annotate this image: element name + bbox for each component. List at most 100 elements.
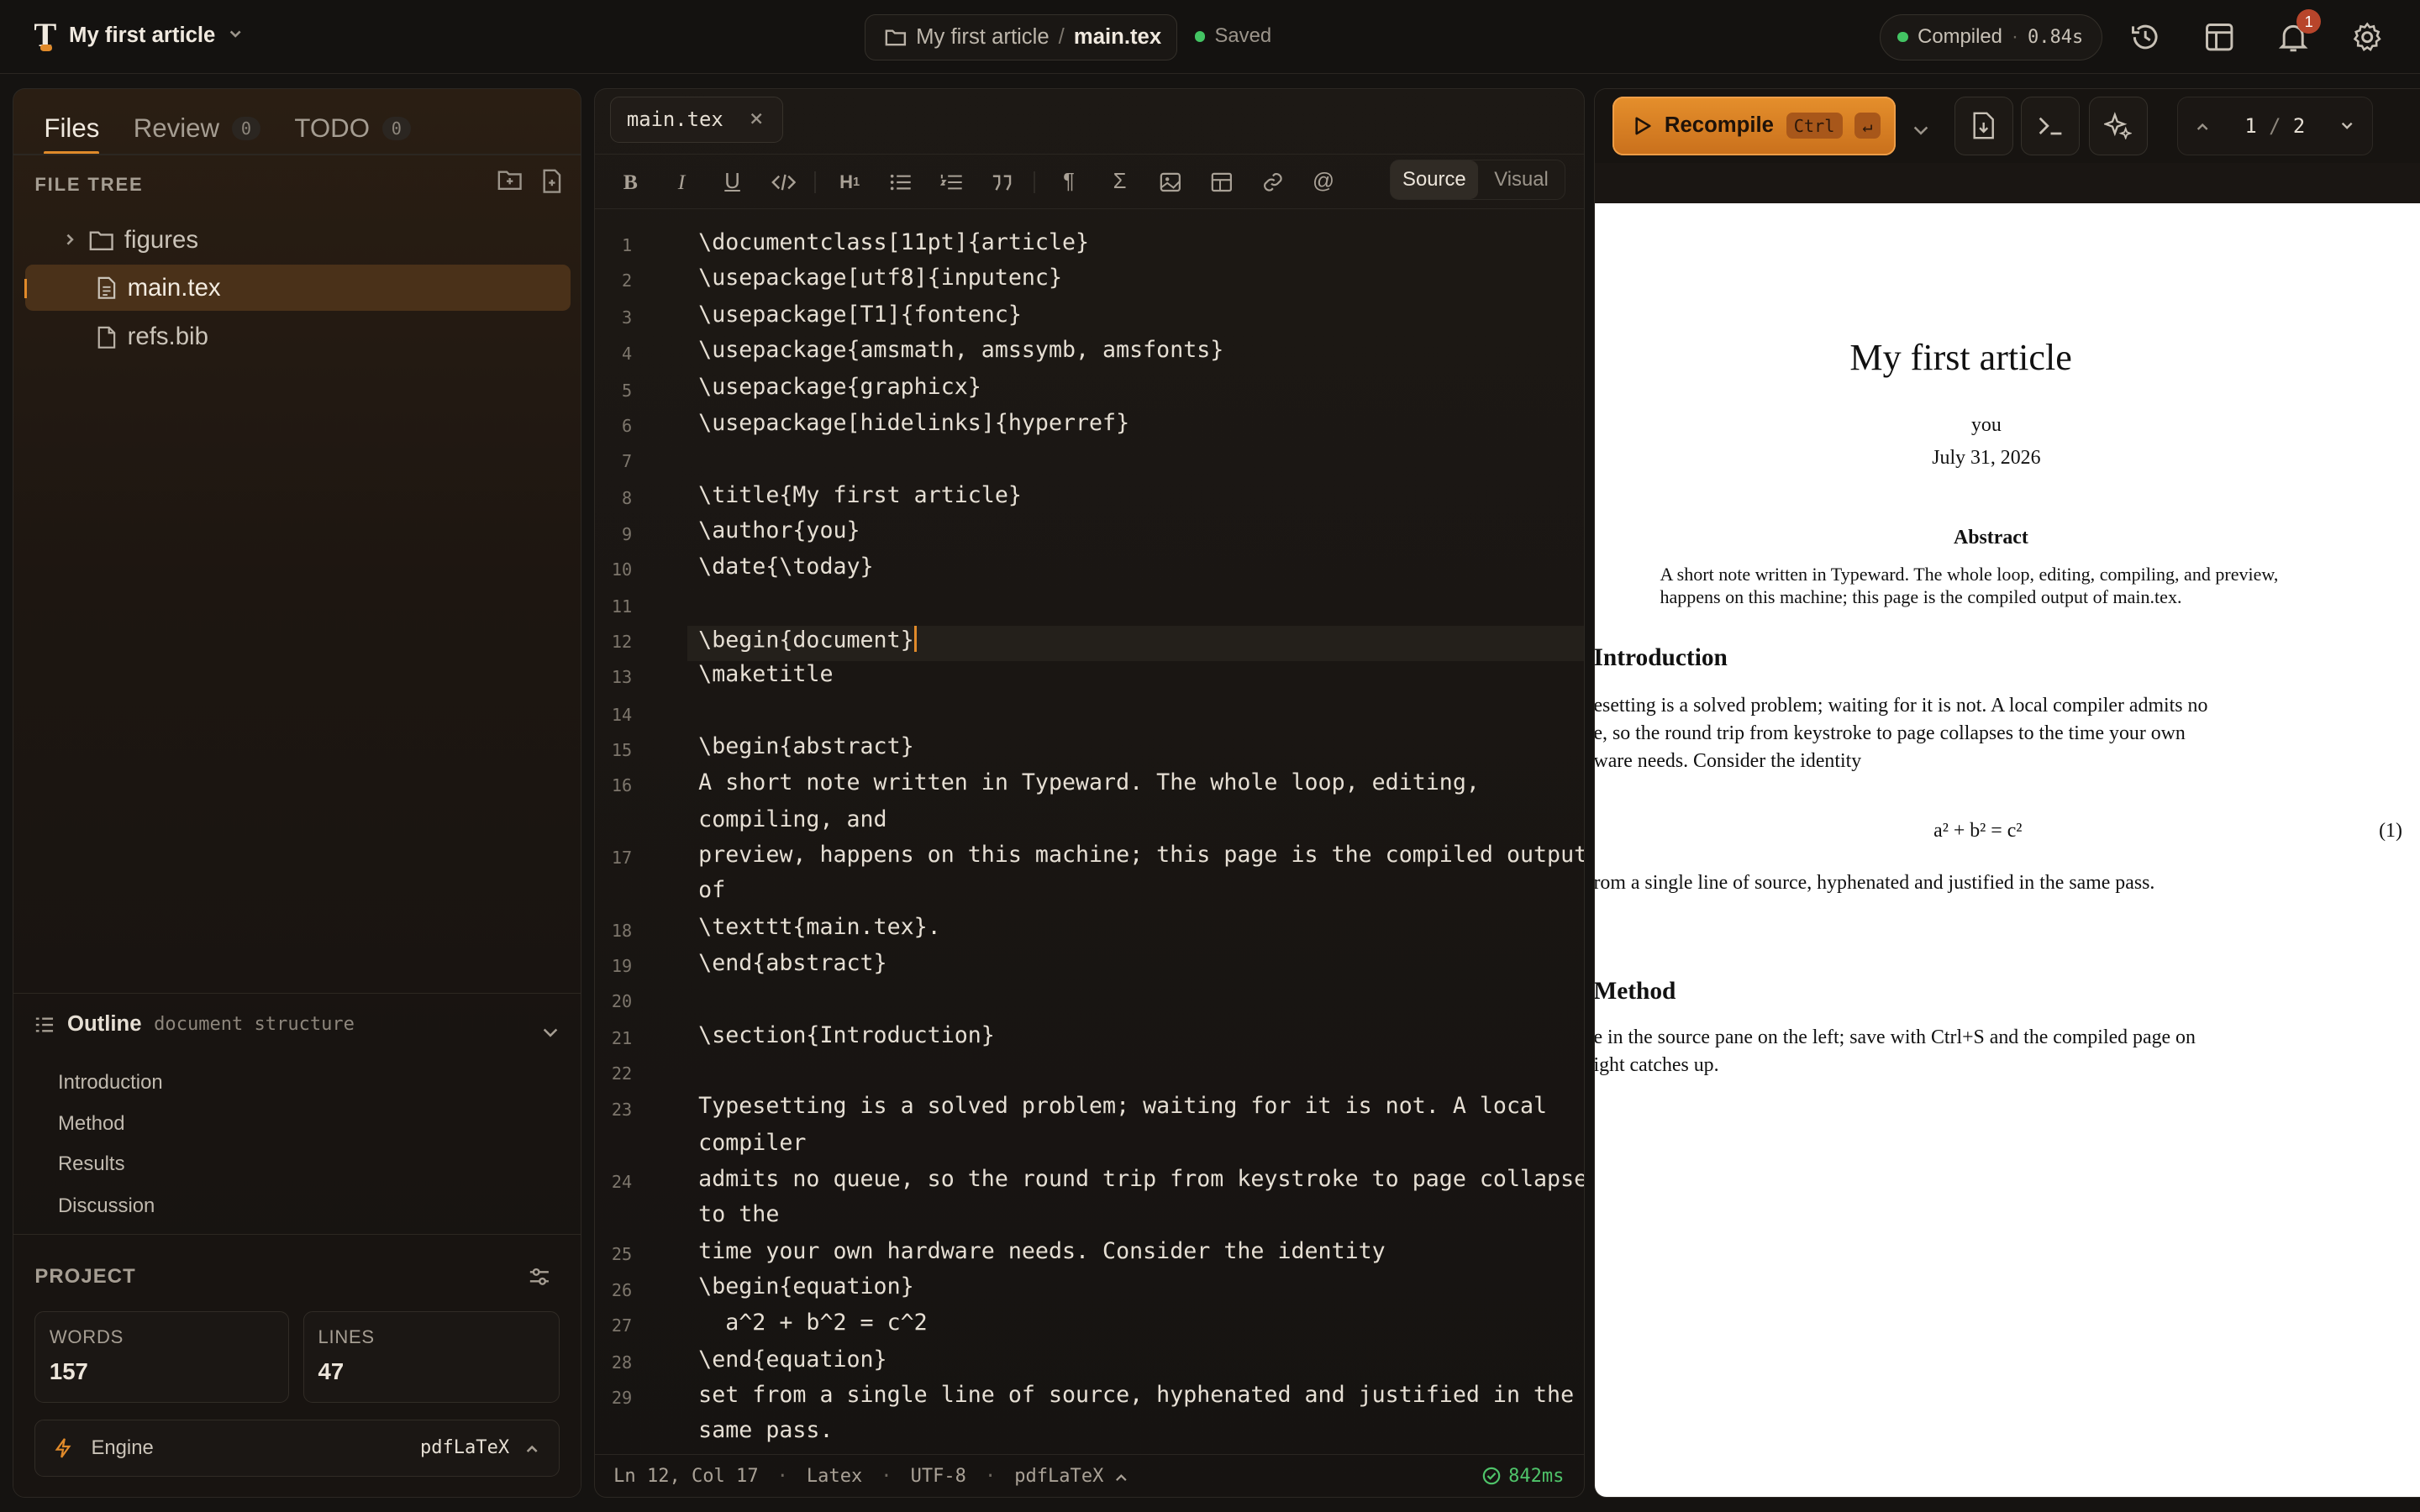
history-button[interactable] [2127, 18, 2164, 55]
engine-selector[interactable]: Engine pdfLaTeX [34, 1419, 560, 1477]
settings-button[interactable] [2349, 18, 2386, 55]
status-engine-label: pdfLaTeX [1014, 1465, 1104, 1487]
chevron-down-icon [1913, 126, 1928, 136]
tab-review[interactable]: Review 0 [134, 113, 260, 155]
save-status-label: Saved [1214, 24, 1272, 48]
doc-text-line: rom a single line of source, hyphenated … [1595, 872, 2155, 895]
chevron-down-icon [2341, 122, 2353, 129]
doc-title: My first article [1849, 336, 2072, 378]
line-number: 8 [622, 488, 633, 509]
code-line: \begin{document} [698, 627, 914, 654]
line-number: 12 [611, 632, 633, 653]
doc-heading-introduction: Introduction [1595, 643, 1728, 671]
breadcrumb-project[interactable]: My first article [916, 25, 1050, 50]
outline-item-results[interactable]: Results [58, 1152, 125, 1176]
tree-item-refs-bib[interactable]: refs.bib [25, 314, 570, 360]
line-number: 19 [611, 955, 633, 976]
recompile-options-button[interactable] [1912, 117, 1930, 145]
doc-text-line: esetting is a solved problem; waiting fo… [1595, 694, 2208, 717]
line-number: 7 [622, 451, 633, 472]
code-line: \usepackage{amsmath, amssymb, amsfonts} [698, 337, 1224, 364]
outline-item-discussion[interactable]: Discussion [58, 1194, 155, 1218]
notifications-button[interactable]: 1 [2275, 9, 2322, 55]
recompile-button[interactable]: Recompile Ctrl ↵ [1612, 96, 1897, 155]
mode-source-button[interactable]: Source [1391, 160, 1478, 199]
mode-visual-button[interactable]: Visual [1478, 160, 1565, 199]
code-line: \end{abstract} [698, 949, 887, 976]
ai-assist-button[interactable] [2089, 96, 2148, 155]
line-number: 24 [611, 1172, 633, 1193]
cursor-position[interactable]: Ln 12, Col 17 [613, 1466, 758, 1487]
file-encoding[interactable]: UTF-8 [911, 1466, 966, 1487]
status-engine[interactable]: pdfLaTeX [1014, 1466, 1127, 1487]
outline-item-introduction[interactable]: Introduction [58, 1071, 163, 1095]
bullet-list-button[interactable] [885, 167, 916, 198]
breadcrumb-file[interactable]: main.tex [1074, 25, 1161, 50]
shortcut-enter: ↵ [1854, 113, 1881, 139]
status-dot-icon [1897, 31, 1909, 43]
tree-item-figures[interactable]: figures [25, 217, 570, 263]
breadcrumb[interactable]: My first article / main.tex [864, 13, 1178, 60]
code-line: \maketitle [698, 661, 834, 688]
code-button[interactable] [768, 167, 799, 198]
quote-button[interactable] [987, 167, 1018, 198]
compile-status-badge[interactable]: Compiled · 0.84s [1880, 13, 2102, 60]
math-button[interactable]: Σ [1104, 167, 1135, 198]
code-line: Typesetting is a solved problem; waiting… [698, 1093, 1548, 1120]
heading-button[interactable]: H1 [834, 167, 865, 198]
line-number: 26 [611, 1279, 633, 1300]
mention-button[interactable]: @ [1308, 167, 1339, 198]
history-icon [2131, 24, 2158, 50]
new-file-button[interactable] [541, 169, 563, 200]
numbered-list-button[interactable] [936, 167, 967, 198]
tab-todo[interactable]: TODO 0 [294, 113, 411, 155]
collapse-outline-button[interactable] [541, 1018, 560, 1047]
line-number: 1 [622, 235, 633, 256]
insert-table-button[interactable] [1206, 167, 1237, 198]
lines-label: LINES [318, 1326, 375, 1347]
next-page-button[interactable] [2339, 114, 2354, 138]
code-line: of [698, 877, 726, 904]
insert-link-button[interactable] [1257, 167, 1288, 198]
code-icon [771, 174, 796, 191]
line-number: 6 [622, 416, 633, 437]
bold-button[interactable]: B [615, 167, 646, 198]
chevron-down-icon [228, 26, 243, 45]
insert-image-button[interactable] [1155, 167, 1186, 198]
terminal-log-button[interactable] [2021, 96, 2080, 155]
terminal-icon [2039, 117, 2061, 135]
project-title: PROJECT [34, 1265, 136, 1289]
doc-paragraph: e in the source pane on the left; save w… [1595, 1024, 2242, 1079]
editor-tab-main-tex[interactable]: main.tex [610, 96, 784, 143]
paragraph-button[interactable]: ¶ [1054, 167, 1085, 198]
close-tab-button[interactable] [749, 107, 764, 132]
gear-icon [2353, 22, 2381, 51]
project-menu[interactable]: T My first article [34, 18, 243, 52]
editor-tab-label: main.tex [626, 108, 723, 132]
underline-button[interactable]: U [717, 167, 748, 198]
page-current[interactable]: 1 [2244, 114, 2256, 138]
layout-button[interactable] [2201, 18, 2238, 55]
chevron-right-icon [62, 232, 77, 247]
project-settings-button[interactable] [529, 1265, 550, 1294]
tab-files[interactable]: Files [44, 113, 99, 155]
outline-header[interactable]: Outline document structure [34, 1012, 355, 1037]
new-folder-button[interactable] [497, 169, 523, 200]
sidebar: Files Review 0 TODO 0 FILE TREE figures [12, 87, 582, 1499]
image-icon [1160, 172, 1181, 192]
code-line: \end{equation} [698, 1346, 887, 1373]
line-number: 17 [611, 848, 633, 869]
project-title: My first article [69, 23, 216, 47]
prev-page-button[interactable] [2195, 114, 2210, 138]
outline-item-method[interactable]: Method [58, 1112, 125, 1136]
tree-item-main-tex[interactable]: main.tex [24, 265, 571, 312]
words-stat: WORDS 157 [34, 1311, 290, 1403]
italic-button[interactable]: I [666, 167, 697, 198]
language-mode[interactable]: Latex [807, 1466, 862, 1487]
bullet-list-icon [890, 174, 911, 191]
pdf-page: My first article you July 31, 2026 Abstr… [1595, 202, 2420, 1498]
editor-mode-toggle: Source Visual [1390, 160, 1566, 200]
line-number: 27 [611, 1315, 633, 1336]
code-line: \begin{equation} [698, 1273, 914, 1300]
download-pdf-button[interactable] [1954, 96, 2014, 155]
